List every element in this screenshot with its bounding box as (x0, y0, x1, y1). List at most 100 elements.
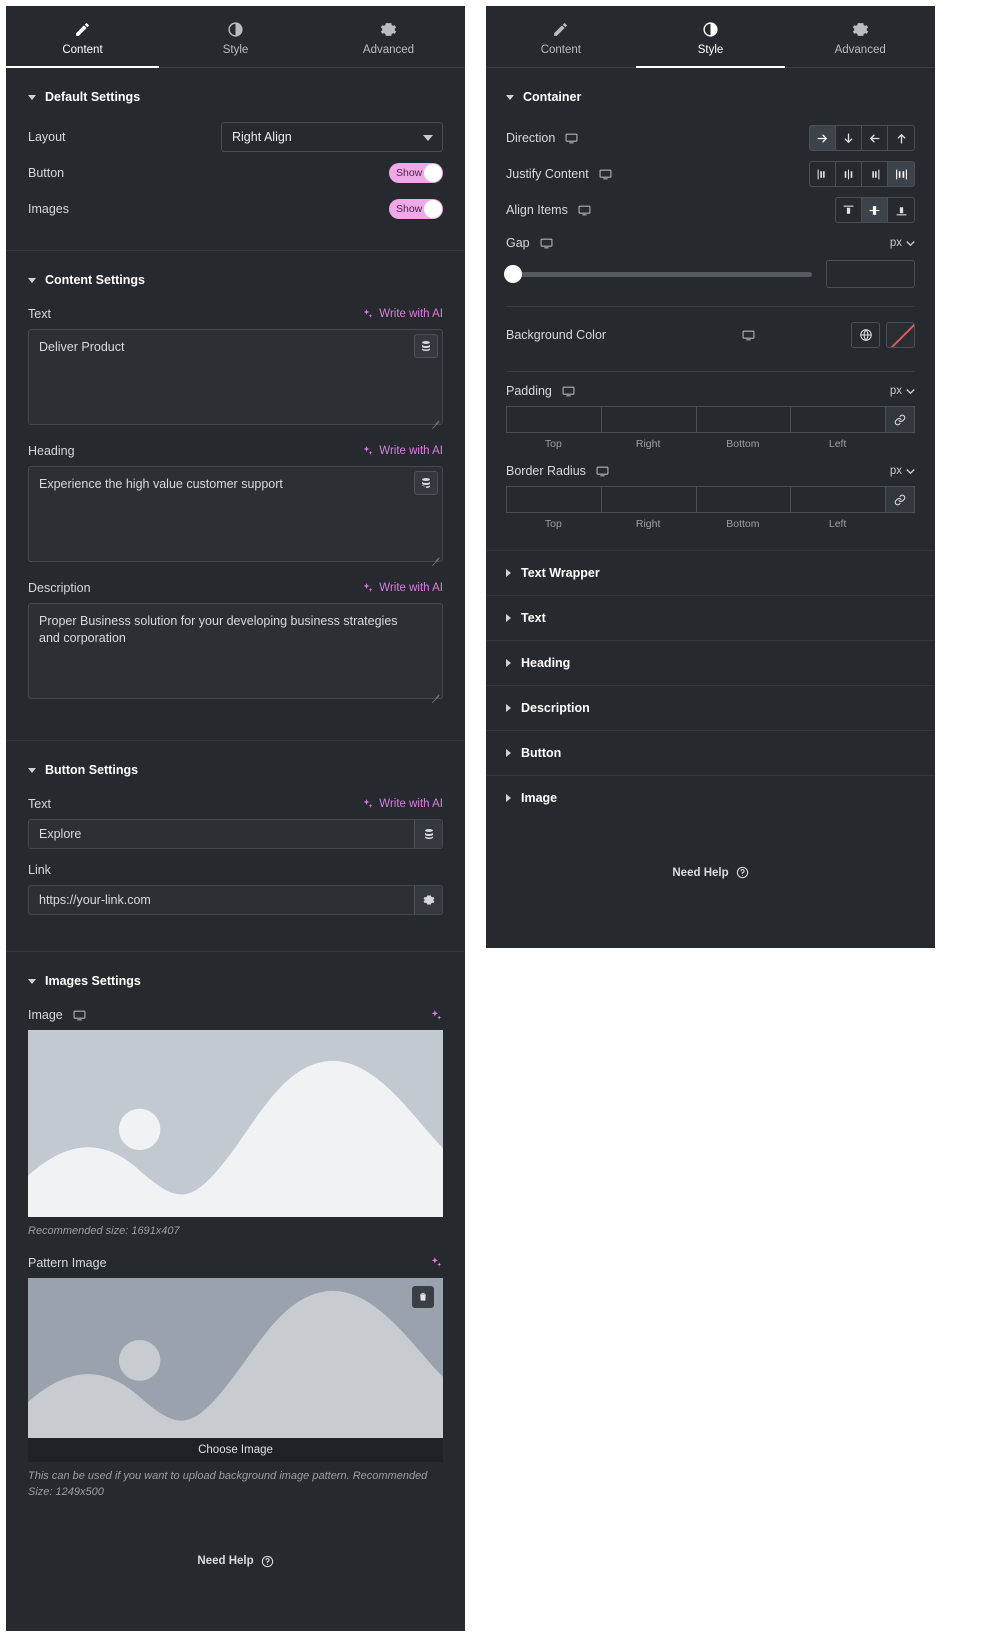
direction-column-button[interactable] (836, 126, 862, 150)
image-preview[interactable] (28, 1030, 443, 1217)
justify-label-wrap: Justify Content (506, 167, 612, 181)
responsive-device-icon[interactable] (565, 133, 578, 144)
pattern-delete-button[interactable] (412, 1285, 434, 1308)
border-radius-link-values-button[interactable] (885, 486, 915, 513)
border-radius-bottom-input[interactable] (695, 486, 791, 513)
responsive-device-icon[interactable] (578, 205, 591, 216)
description-textarea[interactable] (28, 603, 443, 699)
direction-row-button[interactable] (810, 126, 836, 150)
border-radius-top-input[interactable] (506, 486, 601, 513)
align-center-button[interactable] (862, 198, 888, 222)
responsive-device-icon[interactable] (540, 238, 553, 249)
border-radius-unit-selector[interactable]: px (890, 465, 915, 477)
border-radius-right-caption: Right (635, 518, 661, 530)
align-flex-end-button[interactable] (888, 198, 914, 222)
panel-tabs: Content Style Advanced (6, 6, 465, 68)
pattern-image-preview[interactable]: Choose Image (28, 1277, 443, 1462)
tab-advanced-style-panel[interactable]: Advanced (785, 6, 935, 67)
write-with-ai-text[interactable]: Write with AI (362, 308, 443, 320)
padding-left-input[interactable] (790, 406, 885, 433)
padding-left-cell: Left (790, 406, 885, 450)
gap-slider[interactable] (504, 265, 812, 283)
padding-label: Padding (506, 384, 552, 398)
padding-bottom-input[interactable] (695, 406, 791, 433)
tab-style[interactable]: Style (159, 6, 312, 67)
container-header[interactable]: Container (506, 84, 915, 120)
padding-link-values-button[interactable] (885, 406, 915, 433)
border-radius-left-input[interactable] (790, 486, 885, 513)
button-settings-header[interactable]: Button Settings (28, 757, 443, 793)
tab-content[interactable]: Content (6, 6, 159, 68)
direction-row-reverse-button[interactable] (862, 126, 888, 150)
padding-unit-selector[interactable]: px (890, 385, 915, 397)
border-radius-right-input[interactable] (600, 486, 696, 513)
button-show-toggle[interactable]: Show (389, 163, 443, 183)
arrow-right-icon (817, 134, 827, 142)
content-settings-header[interactable]: Content Settings (28, 267, 443, 303)
justify-space-between-button[interactable] (888, 162, 914, 186)
section-text[interactable]: Text (486, 596, 935, 641)
text-textarea[interactable] (28, 329, 443, 425)
section-heading[interactable]: Heading (486, 641, 935, 686)
align-flex-start-button[interactable] (836, 198, 862, 222)
section-description[interactable]: Description (486, 686, 935, 731)
default-settings-title: Default Settings (45, 90, 141, 104)
write-with-ai-heading[interactable]: Write with AI (362, 445, 443, 457)
responsive-device-icon[interactable] (73, 1010, 86, 1021)
global-colors-button[interactable] (851, 322, 880, 348)
choose-image-button[interactable]: Choose Image (28, 1437, 443, 1462)
image-field-head: Image (28, 1008, 443, 1022)
section-image[interactable]: Image (486, 776, 935, 820)
background-color-swatch[interactable] (886, 322, 915, 348)
need-help-link-style[interactable]: Need Help (486, 820, 935, 913)
gap-unit-selector[interactable]: px (890, 237, 915, 249)
heading-field-head: Heading Write with AI (28, 444, 443, 458)
gap-label-wrap: Gap (506, 236, 553, 250)
images-settings-header[interactable]: Images Settings (28, 968, 443, 1004)
heading-textarea[interactable] (28, 466, 443, 562)
link-input[interactable] (28, 885, 443, 915)
row-button-toggle: Button Show (28, 156, 443, 190)
layout-select[interactable]: Right Align (221, 122, 443, 152)
padding-top-input[interactable] (506, 406, 601, 433)
need-help-link-content[interactable]: Need Help (28, 1517, 443, 1602)
text-dynamic-tags-button[interactable] (414, 334, 438, 358)
tab-style-style-panel[interactable]: Style (635, 6, 786, 68)
padding-right-input[interactable] (600, 406, 696, 433)
tab-content-style-panel[interactable]: Content (486, 6, 636, 67)
responsive-device-icon[interactable] (599, 169, 612, 180)
button-text-input[interactable] (28, 819, 443, 849)
tab-content-label: Content (62, 44, 103, 56)
section-button[interactable]: Button (486, 731, 935, 776)
tab-content-label: Content (540, 44, 581, 56)
tab-advanced[interactable]: Advanced (312, 6, 465, 67)
link-options-button[interactable] (414, 886, 442, 914)
justify-flex-end-button[interactable] (862, 162, 888, 186)
gap-slider-knob[interactable] (504, 265, 522, 283)
justify-flex-start-button[interactable] (810, 162, 836, 186)
write-with-ai-button-text[interactable]: Write with AI (362, 798, 443, 810)
gap-value-input[interactable] (826, 260, 915, 288)
default-settings-header[interactable]: Default Settings (28, 84, 443, 120)
responsive-device-icon[interactable] (742, 330, 755, 341)
direction-column-reverse-button[interactable] (888, 126, 914, 150)
border-radius-left-caption: Left (828, 518, 847, 530)
image-ai-button[interactable] (430, 1009, 443, 1022)
responsive-device-icon[interactable] (596, 466, 609, 477)
heading-textarea-wrap (28, 466, 443, 567)
chevron-right-icon (506, 794, 511, 802)
link-icon (894, 494, 906, 505)
images-toggle-label: Images (28, 202, 69, 216)
justify-end-icon (872, 169, 880, 179)
section-text-wrapper[interactable]: Text Wrapper (486, 551, 935, 596)
justify-center-button[interactable] (836, 162, 862, 186)
write-with-ai-description[interactable]: Write with AI (362, 582, 443, 594)
write-with-ai-label: Write with AI (379, 445, 443, 457)
images-show-toggle[interactable]: Show (389, 199, 443, 219)
heading-dynamic-tags-button[interactable] (414, 471, 438, 495)
responsive-device-icon[interactable] (562, 386, 575, 397)
button-text-dynamic-tags-button[interactable] (414, 820, 442, 848)
button-toggle-label: Button (28, 166, 65, 180)
padding-top-caption: Top (544, 438, 562, 450)
pattern-ai-button[interactable] (430, 1256, 443, 1269)
